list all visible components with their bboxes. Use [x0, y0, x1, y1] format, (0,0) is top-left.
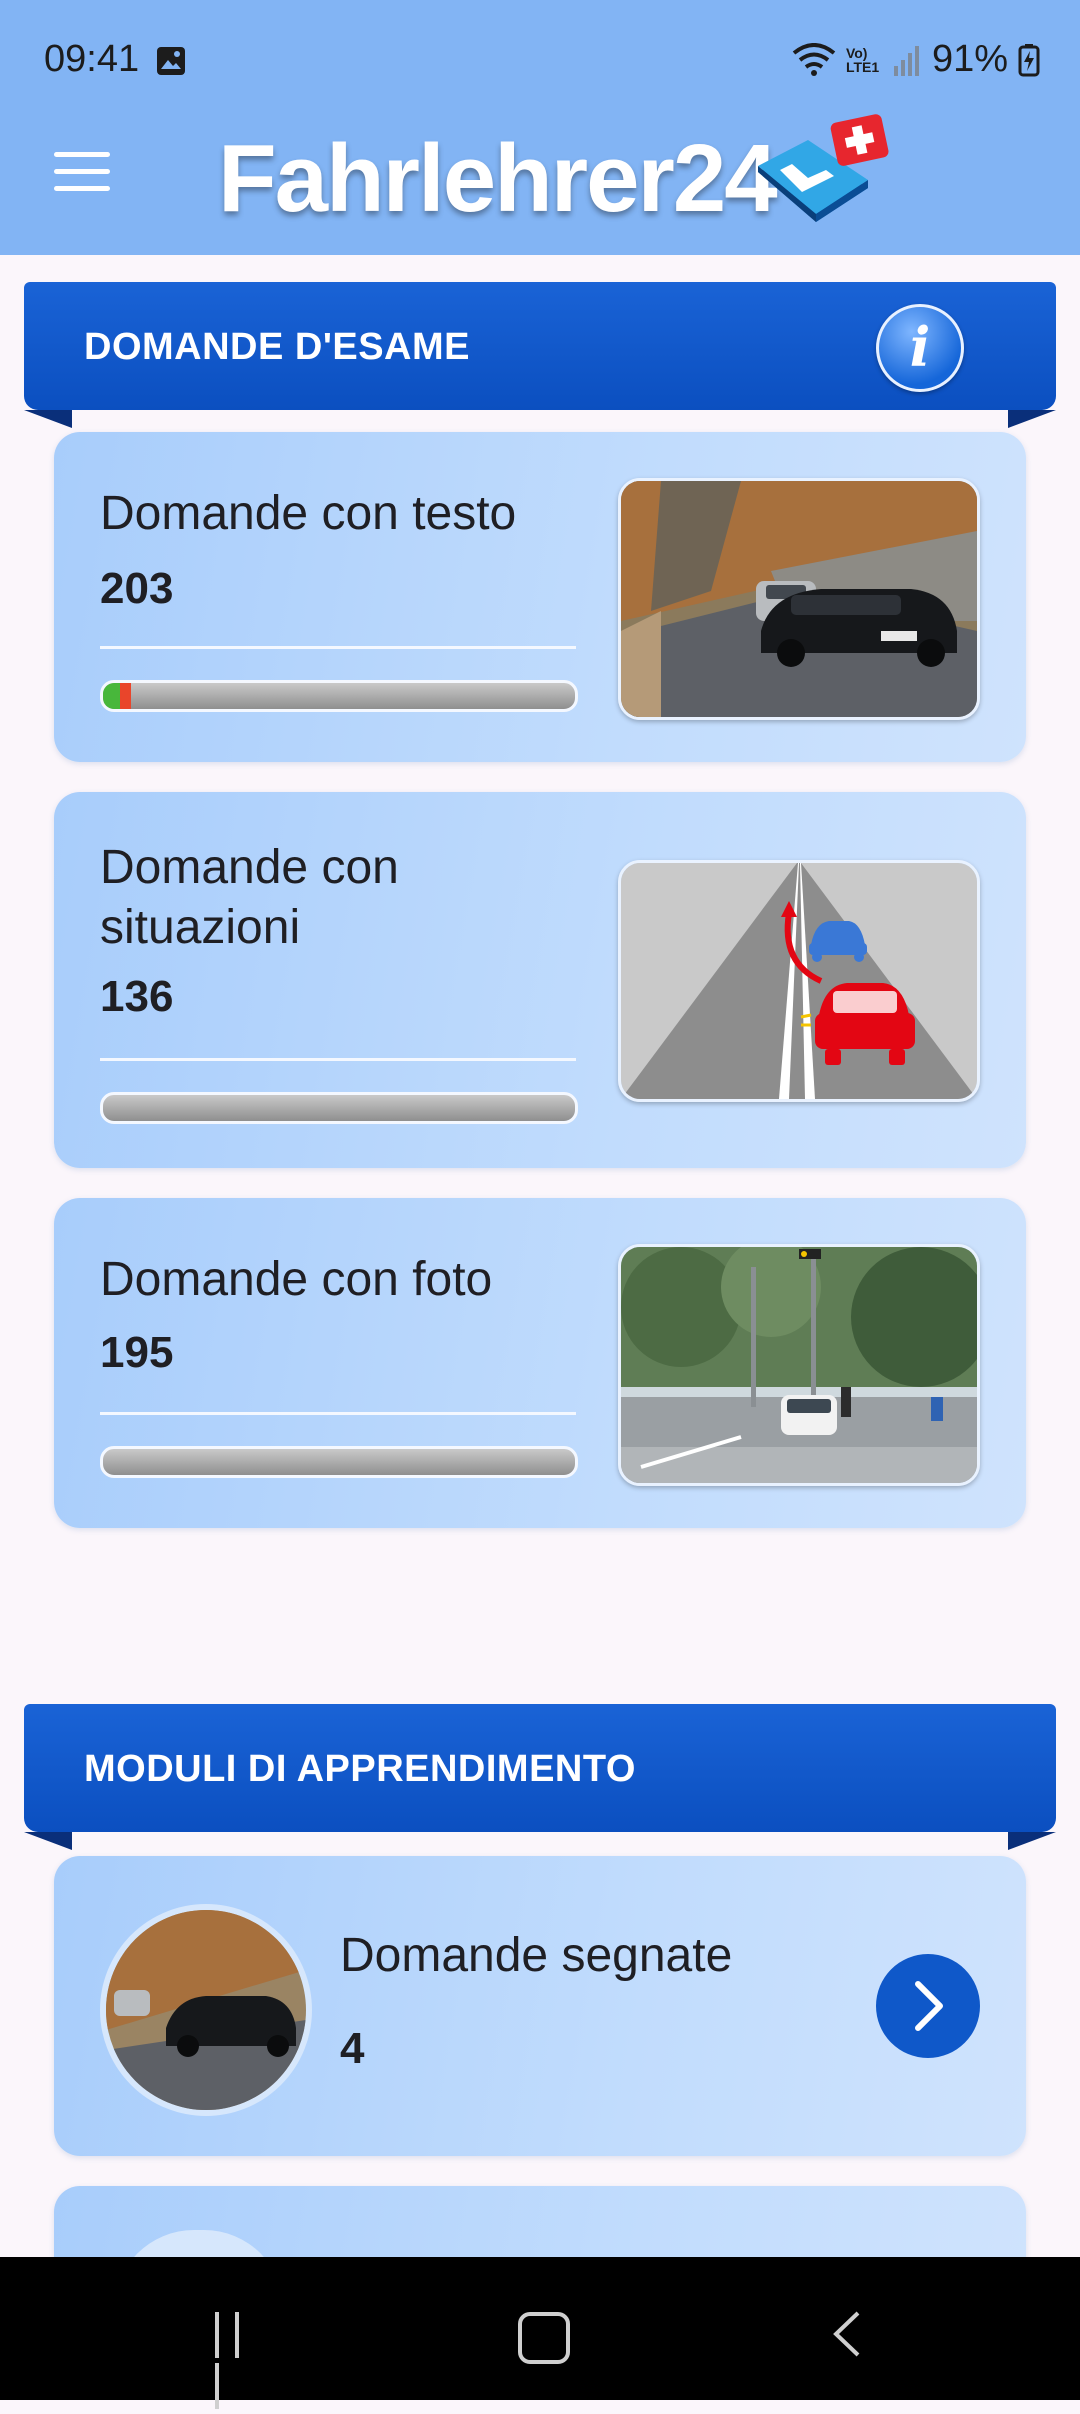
progress-wrong: [119, 683, 132, 709]
progress-bar: [100, 1446, 578, 1478]
card-title: Domande con foto: [100, 1253, 493, 1306]
progress-bar: [100, 680, 578, 712]
battery-percentage: 91%: [931, 38, 1008, 80]
module-marked-questions[interactable]: Domande segnate 4: [54, 1856, 1026, 2156]
card-title: Domande con situazioni: [100, 841, 399, 954]
exam-card-text-questions[interactable]: Domande con testo 203: [54, 432, 1026, 762]
info-icon[interactable]: i: [876, 304, 964, 392]
swiss-l-plate-logo: [758, 114, 889, 222]
question-count: 136: [100, 972, 174, 1021]
divider: [100, 646, 576, 649]
learning-modules-header: MODULI DI APPRENDIMENTO: [24, 1704, 1056, 1850]
module-title: Domande segnate: [340, 1929, 733, 1982]
status-right-group: Vo) LTE1 91%: [792, 38, 1040, 81]
exam-questions-header: DOMANDE D'ESAME i: [24, 282, 1056, 428]
system-nav-bar: [0, 2257, 1080, 2409]
divider: [100, 1412, 576, 1415]
question-count: 203: [100, 564, 174, 613]
card-title: Domande con testo: [100, 487, 517, 540]
app-title: Fahrlehrer24: [218, 125, 778, 232]
road-cars-photo: [618, 478, 980, 720]
progress-correct: [103, 683, 120, 709]
recents-icon[interactable]: [215, 2312, 265, 2409]
divider: [100, 1058, 576, 1061]
road-situation-illustration: [618, 860, 980, 1102]
signal-icon: [893, 45, 919, 76]
volte-lte-icon: Vo) LTE1: [845, 44, 880, 75]
progress-bar: [100, 1092, 578, 1124]
status-bar: 09:41 Vo) LTE1 91%: [0, 0, 1080, 125]
module-count: 4: [340, 2024, 365, 2073]
street-intersection-photo: [618, 1244, 980, 1486]
section-title: DOMANDE D'ESAME: [84, 326, 470, 368]
wifi-icon: [792, 42, 836, 76]
home-icon[interactable]: [518, 2312, 570, 2364]
status-time: 09:41: [44, 38, 140, 80]
back-icon[interactable]: [828, 2309, 868, 2359]
battery-charging-icon: [1018, 43, 1040, 76]
exam-card-photo-questions[interactable]: Domande con foto 195: [54, 1198, 1026, 1528]
chevron-right-icon[interactable]: [876, 1954, 980, 2058]
question-count: 195: [100, 1328, 174, 1377]
road-cars-photo: [100, 1904, 312, 2116]
hamburger-menu-icon[interactable]: [54, 152, 110, 192]
exam-card-situation-questions[interactable]: Domande con situazioni 136: [54, 792, 1026, 1168]
gallery-icon: [157, 47, 185, 75]
section-title: MODULI DI APPRENDIMENTO: [84, 1748, 636, 1790]
